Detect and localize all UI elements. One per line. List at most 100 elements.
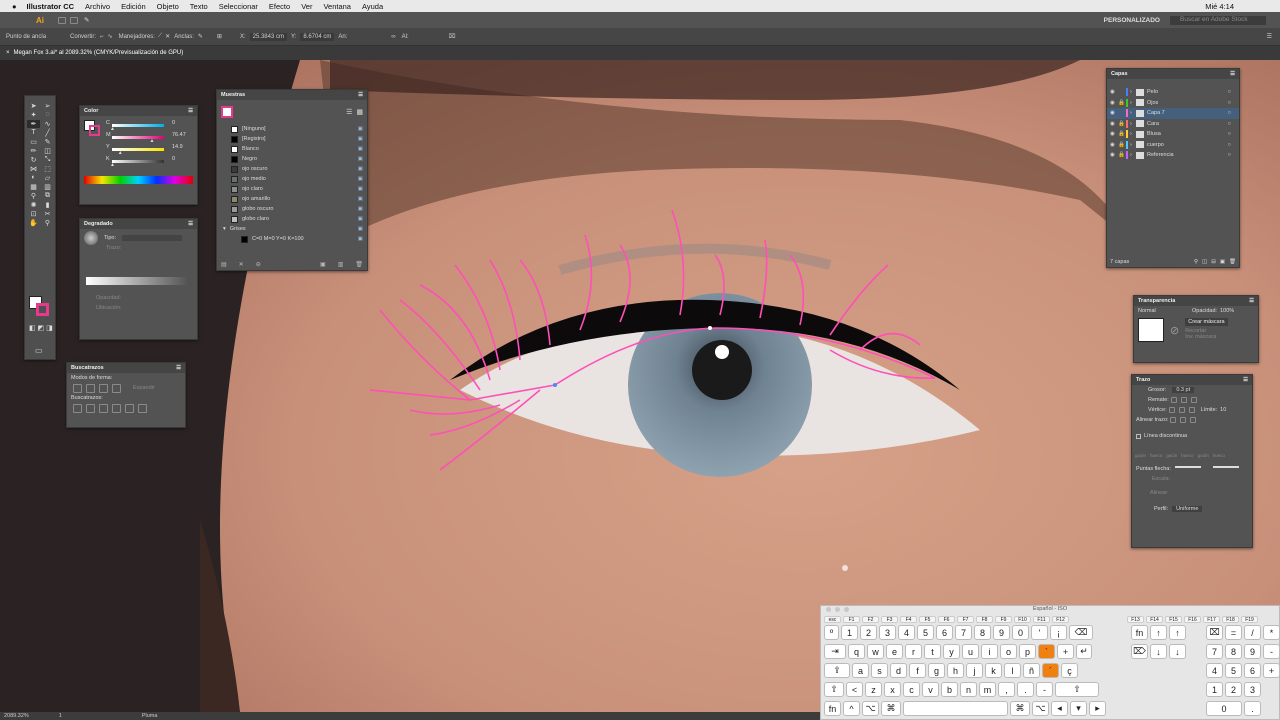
align-inside-icon[interactable]	[1180, 417, 1187, 423]
key[interactable]: 3	[879, 625, 896, 640]
new-color-group-icon[interactable]: ▣	[320, 261, 326, 268]
delete-swatch-icon[interactable]: 🗑	[355, 261, 363, 268]
cap-round-icon[interactable]	[1180, 397, 1187, 403]
new-sublayer-icon[interactable]: ⊟	[1211, 259, 1216, 265]
menu-efecto[interactable]: Efecto	[269, 2, 290, 11]
key[interactable]: ^	[843, 701, 860, 716]
key[interactable]: a	[852, 663, 869, 678]
channel-value[interactable]: 14.9	[172, 144, 183, 150]
key[interactable]: u	[962, 644, 979, 659]
swatch-kind-icon[interactable]: ✕	[239, 261, 244, 268]
key[interactable]: ↵	[1076, 644, 1092, 659]
target-icon[interactable]: ○	[1228, 121, 1231, 127]
isolate-icon[interactable]: ⌧	[449, 33, 456, 40]
key[interactable]: ▾	[1070, 701, 1087, 716]
visibility-eye-icon[interactable]: ◉	[1110, 121, 1118, 127]
key[interactable]: 5	[1225, 663, 1242, 678]
key[interactable]: ⇧	[1055, 682, 1099, 697]
apple-icon[interactable]: ●	[12, 2, 17, 11]
key[interactable]: j	[966, 663, 983, 678]
artboard-field[interactable]: 1	[59, 713, 62, 719]
eraser-tool-icon[interactable]: ◫	[41, 147, 54, 155]
lock-icon[interactable]: 🔒	[1118, 152, 1126, 158]
key[interactable]: 2	[1225, 682, 1242, 697]
key[interactable]: ↑	[1150, 625, 1167, 640]
artboard-tool-icon[interactable]: ⊡	[27, 210, 40, 218]
key[interactable]: 9	[993, 625, 1010, 640]
menu-ver[interactable]: Ver	[301, 2, 312, 11]
align-outside-icon[interactable]	[1190, 417, 1197, 423]
key[interactable]: 4	[1206, 663, 1223, 678]
key[interactable]: +	[1263, 663, 1280, 678]
fill-stroke-indicator[interactable]	[221, 106, 233, 118]
minus-back-icon[interactable]	[138, 403, 147, 413]
panel-menu-icon[interactable]: ☰	[358, 92, 363, 98]
key[interactable]: `	[1038, 644, 1055, 659]
swatch-row[interactable]: ojo medio ▣	[217, 174, 367, 184]
key[interactable]: -	[1263, 644, 1280, 659]
key[interactable]: *	[1263, 625, 1280, 640]
panel-menu-icon[interactable]: ☰	[1249, 298, 1254, 304]
key[interactable]: ↑	[1169, 625, 1186, 640]
key[interactable]: .	[1244, 701, 1261, 716]
symbol-sprayer-tool-icon[interactable]: ✺	[27, 201, 40, 209]
zoom-field[interactable]: 2089.32%	[4, 713, 29, 719]
lasso-tool-icon[interactable]: ◌	[41, 111, 54, 119]
key[interactable]: F6	[938, 616, 955, 623]
key[interactable]: F14	[1146, 616, 1163, 623]
mesh-tool-icon[interactable]: ▦	[27, 183, 40, 191]
channel-slider[interactable]	[112, 124, 164, 127]
minimize-window-icon[interactable]	[835, 607, 840, 612]
key[interactable]: <	[846, 682, 863, 697]
exclude-icon[interactable]	[112, 383, 121, 393]
key[interactable]: F17	[1203, 616, 1220, 623]
key[interactable]: F11	[1033, 616, 1050, 623]
channel-slider-thumb[interactable]: ▲	[110, 162, 115, 168]
corner-miter-icon[interactable]	[1168, 407, 1175, 413]
panel-menu-icon[interactable]: ☰	[188, 221, 193, 227]
y-field[interactable]: 8.6704 cm	[300, 32, 335, 41]
key[interactable]: F16	[1184, 616, 1201, 623]
handle-hide-icon[interactable]: ✕	[165, 33, 170, 40]
locate-object-icon[interactable]: ⚲	[1194, 259, 1198, 265]
key[interactable]: 8	[1225, 644, 1242, 659]
key[interactable]: 6	[936, 625, 953, 640]
key[interactable]: .	[1017, 682, 1034, 697]
new-swatch-icon[interactable]: ▥	[338, 261, 344, 268]
key[interactable]: ç	[1061, 663, 1078, 678]
swatch-row[interactable]: Negro ▣	[217, 154, 367, 164]
channel-slider[interactable]	[112, 136, 164, 139]
dash-gap-field[interactable]: hueco	[1213, 453, 1225, 458]
expand-button[interactable]: Expandir	[133, 385, 155, 391]
key[interactable]: '	[1031, 625, 1048, 640]
target-icon[interactable]: ○	[1228, 131, 1231, 137]
x-field[interactable]: 25.3843 cm	[249, 32, 287, 41]
layer-row[interactable]: ◉ › Capa 7 ○	[1107, 108, 1239, 119]
workspace-switcher[interactable]: PERSONALIZADO	[1104, 17, 1160, 24]
key[interactable]: ⌧	[1206, 625, 1223, 640]
opacity-field[interactable]: 100%	[1220, 308, 1234, 314]
key[interactable]: x	[884, 682, 901, 697]
key[interactable]: ⌘	[881, 701, 901, 716]
dash-gap-field[interactable]: guión	[1198, 453, 1209, 458]
stock-search[interactable]: Buscar en Adobe Stock	[1170, 15, 1266, 25]
panel-menu-icon[interactable]: ☰	[188, 108, 193, 114]
layer-row[interactable]: ◉ 🔒 › Referencia ○	[1107, 150, 1239, 161]
menu-seleccionar[interactable]: Seleccionar	[219, 2, 258, 11]
visibility-eye-icon[interactable]: ◉	[1110, 110, 1118, 116]
zoom-window-icon[interactable]	[844, 607, 849, 612]
graph-tool-icon[interactable]: ▮	[41, 201, 54, 209]
trim-icon[interactable]	[86, 403, 95, 413]
menu-objeto[interactable]: Objeto	[157, 2, 179, 11]
grid-view-icon[interactable]: ▦	[356, 108, 363, 116]
rectangle-tool-icon[interactable]: ▭	[27, 138, 40, 146]
convert-corner-icon[interactable]: ⌐	[100, 34, 104, 40]
eyedropper-tool-icon[interactable]: ⚲	[27, 192, 40, 200]
direct-selection-tool-icon[interactable]: ➢	[41, 102, 54, 110]
key[interactable]: k	[985, 663, 1002, 678]
selection-tool-icon[interactable]: ➤	[27, 102, 40, 110]
key[interactable]: F9	[995, 616, 1012, 623]
key[interactable]: ⌘	[1010, 701, 1030, 716]
swatch-row[interactable]: ojo amarillo ▣	[217, 194, 367, 204]
brush-icon[interactable]: ✎	[84, 16, 89, 24]
